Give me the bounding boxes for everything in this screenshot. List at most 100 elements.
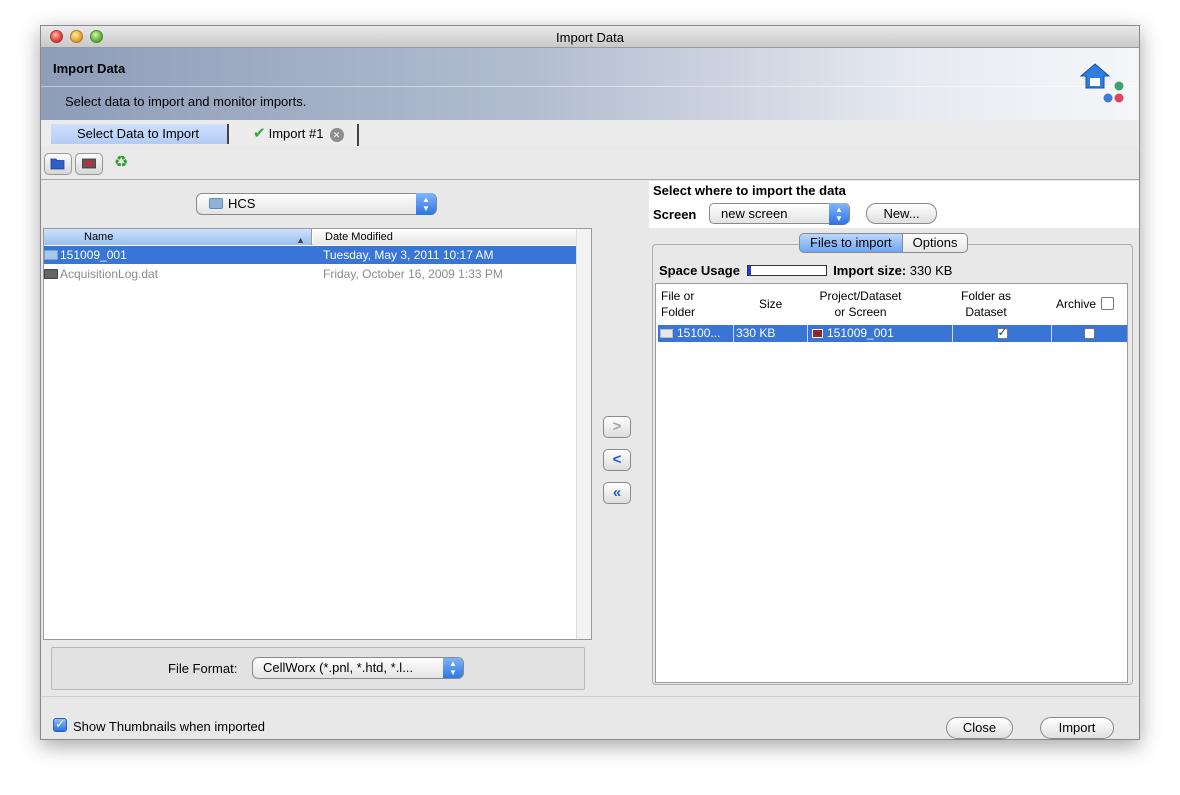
archive-all-checkbox[interactable] — [1101, 297, 1115, 310]
tab-select-data[interactable]: Select Data to Import — [51, 124, 229, 144]
files-table: File or Folder Size Project/Dataset or S… — [655, 283, 1128, 683]
row-folder-as-dataset-cell — [953, 325, 1052, 342]
column-file-line2: Folder — [661, 305, 696, 319]
column-name-label: Name — [84, 231, 114, 243]
screen-select[interactable]: new screen ▲ ▼ — [709, 203, 850, 225]
show-thumbnails-label: Show Thumbnails when imported — [73, 719, 265, 734]
chevron-updown-icon: ▲ ▼ — [416, 193, 436, 215]
add-to-queue-button[interactable]: > — [603, 416, 631, 438]
remove-all-button[interactable]: « — [603, 482, 631, 504]
row-archive-cell — [1052, 325, 1127, 342]
folder-icon — [209, 198, 223, 209]
column-size-header: Size — [759, 297, 783, 311]
folder-select-value: HCS — [228, 196, 256, 211]
space-usage-label: Space Usage — [659, 263, 740, 278]
chevron-updown-icon: ▲ ▼ — [443, 658, 463, 678]
refresh-button[interactable]: ♻ — [111, 154, 131, 176]
folder-select[interactable]: HCS ▲ ▼ — [196, 193, 437, 215]
folder-open-icon — [50, 158, 65, 170]
space-usage-row: Space Usage Import size: 330 KB — [659, 263, 952, 278]
file-format-select[interactable]: CellWorx (*.pnl, *.htd, *.l... ▲ ▼ — [252, 657, 464, 679]
row-file-cell: 15100... — [658, 325, 734, 342]
remove-from-queue-button[interactable]: < — [603, 449, 631, 471]
tab-bar: Select Data to Import ✔ Import #1 ✕ — [41, 120, 1139, 146]
column-file-line1: File or — [661, 289, 695, 303]
import-size-label: Import size: — [833, 263, 907, 278]
row-file-name: 15100... — [677, 326, 721, 340]
new-screen-button[interactable]: New... — [866, 203, 937, 224]
tab-import-1-label: Import #1 — [268, 126, 324, 141]
header-banner: Import Data Select data to import and mo… — [41, 48, 1139, 120]
tab-close-icon[interactable]: ✕ — [329, 127, 344, 142]
column-folder-line2: Dataset — [965, 305, 1007, 319]
toolbar: ♻ — [41, 146, 1139, 180]
archive-checkbox[interactable] — [1084, 328, 1095, 339]
target-title: Select where to import the data — [653, 183, 846, 198]
column-archive-label: Archive — [1056, 297, 1097, 311]
column-project-header: Project/Dataset or Screen — [813, 288, 908, 320]
table-row[interactable]: 15100... 330 KB 151009_001 — [658, 325, 1127, 342]
folder-as-dataset-checkbox[interactable] — [996, 325, 1008, 341]
import-button[interactable]: Import — [1040, 717, 1114, 739]
column-name-header[interactable]: Name ▲ — [44, 229, 312, 245]
files-to-import-box: Space Usage Import size: 330 KB File or … — [652, 244, 1133, 685]
file-list-header: Name ▲ Date Modified — [44, 229, 576, 245]
import-screen-button[interactable] — [75, 153, 103, 175]
refresh-icon: ♻ — [113, 154, 129, 171]
file-format-box: File Format: CellWorx (*.pnl, *.htd, *.l… — [51, 647, 585, 690]
file-name: AcquisitionLog.dat — [60, 267, 159, 281]
file-format-value: CellWorx (*.pnl, *.htd, *.l... — [263, 660, 414, 675]
file-list-scrollbar[interactable] — [576, 229, 591, 639]
screen-select-value: new screen — [721, 206, 788, 221]
column-date-header[interactable]: Date Modified — [313, 229, 576, 245]
close-button[interactable]: Close — [946, 717, 1013, 739]
arrow-left-icon: < — [612, 451, 622, 468]
row-project-cell: 151009_001 — [808, 325, 953, 342]
column-archive-header: Archive — [1056, 296, 1115, 312]
column-folder-header: Folder as Dataset — [954, 288, 1018, 320]
import-data-window: Import Data Import Data Select data to i… — [40, 25, 1140, 740]
window-title: Import Data — [556, 30, 624, 45]
space-usage-fill — [747, 266, 752, 275]
row-size-cell: 330 KB — [734, 325, 808, 342]
file-row-acquisition-log[interactable]: AcquisitionLog.dat Friday, October 16, 2… — [44, 265, 576, 283]
folder-icon — [660, 329, 673, 338]
column-file-header: File or Folder — [661, 288, 695, 320]
row-project-name: 151009_001 — [827, 326, 894, 340]
banner-subtitle: Select data to import and monitor import… — [65, 94, 307, 109]
space-usage-bar — [746, 265, 827, 276]
file-date: Friday, October 16, 2009 1:33 PM — [323, 267, 503, 281]
tab-files-to-import[interactable]: Files to import — [799, 233, 903, 253]
files-options-tabs: Files to import Options — [799, 233, 969, 253]
target-header: Select where to import the data Screen n… — [649, 181, 1139, 228]
banner-title: Import Data — [53, 61, 126, 76]
file-date: Tuesday, May 3, 2011 10:17 AM — [323, 248, 494, 262]
import-size-value: 330 KB — [909, 263, 953, 278]
title-bar: Import Data — [41, 26, 1139, 48]
tab-import-1[interactable]: ✔ Import #1 ✕ — [253, 124, 359, 146]
file-name: 151009_001 — [60, 248, 127, 262]
file-format-label: File Format: — [168, 661, 238, 676]
check-icon: ✔ — [253, 125, 266, 142]
file-icon — [44, 269, 58, 279]
file-row-151009[interactable]: 151009_001 Tuesday, May 3, 2011 10:17 AM — [44, 246, 576, 264]
import-screen-icon — [82, 158, 96, 169]
show-thumbnails-checkbox[interactable] — [53, 716, 67, 732]
bottom-bar: Show Thumbnails when imported Close Impo… — [41, 696, 1139, 739]
column-project-line1: Project/Dataset — [819, 289, 902, 303]
folder-icon — [44, 250, 58, 260]
banner-divider — [41, 86, 1139, 87]
tab-options[interactable]: Options — [902, 233, 969, 253]
column-folder-line1: Folder as — [960, 289, 1012, 303]
double-arrow-left-icon: « — [612, 484, 622, 501]
open-folder-button[interactable] — [44, 153, 72, 175]
import-logo-icon — [1079, 63, 1124, 103]
chevron-updown-icon: ▲ ▼ — [829, 203, 849, 225]
screen-icon — [812, 329, 823, 338]
column-project-line2: or Screen — [834, 305, 887, 319]
arrow-right-icon: > — [612, 418, 622, 435]
file-browser-panel: HCS ▲ ▼ Name ▲ Date Modified 151009_001 T… — [41, 181, 601, 696]
file-list: Name ▲ Date Modified 151009_001 Tuesday,… — [43, 228, 592, 640]
screen-label: Screen — [653, 207, 697, 222]
import-target-panel: Select where to import the data Screen n… — [649, 181, 1139, 696]
